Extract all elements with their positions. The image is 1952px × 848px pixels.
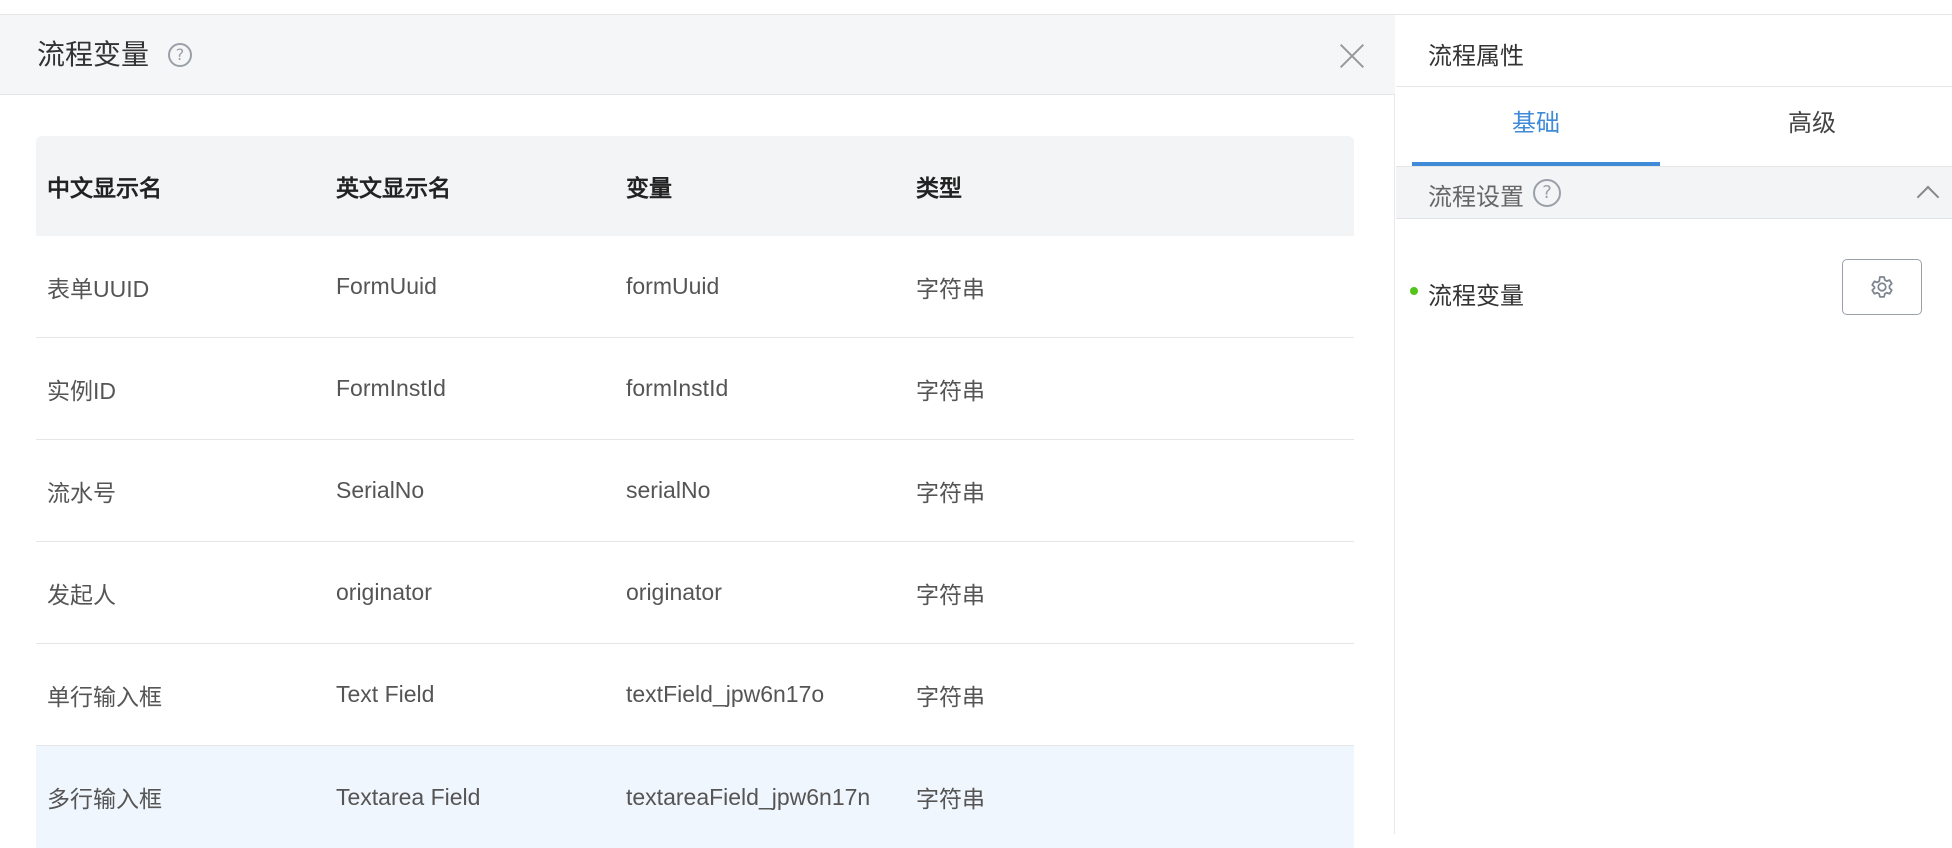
table-row[interactable]: 表单UUID FormUuid formUuid 字符串 [36, 236, 1354, 338]
table-row[interactable]: 流水号 SerialNo serialNo 字符串 [36, 440, 1354, 542]
property-row-process-variables: 流程变量 [1396, 259, 1952, 323]
cell-en-name: SerialNo [336, 477, 425, 503]
cell-cn-name: 单行输入框 [47, 683, 162, 710]
dialog-title: 流程变量 [37, 39, 150, 70]
cell-cn-name: 流水号 [47, 479, 116, 506]
cell-en-name: FormUuid [336, 273, 437, 299]
cell-cn-name: 发起人 [47, 581, 116, 608]
cell-type: 字符串 [916, 479, 985, 506]
table-body: 表单UUID FormUuid formUuid 字符串 实例ID FormInstId f… [36, 236, 1354, 848]
cell-variable: textField_jpw6n17o [626, 681, 825, 707]
table-row[interactable]: 多行输入框 Textarea Field textareaField_jpw6n17… [36, 746, 1354, 848]
table-header: 中文显示名 英文显示名 变量 类型 [36, 136, 1354, 236]
cell-variable: textareaField_jpw6n17n [626, 783, 871, 810]
close-icon[interactable] [1338, 42, 1366, 70]
variables-table: 中文显示名 英文显示名 变量 类型 表单UUID FormUuid formUuid… [36, 136, 1354, 848]
property-label: 流程变量 [1428, 283, 1524, 310]
cell-en-name: Textarea Field [336, 783, 481, 810]
column-header-en-name: 英文显示名 [336, 175, 451, 201]
cell-cn-name: 多行输入框 [47, 786, 162, 812]
tab-basic[interactable]: 基础 [1412, 87, 1660, 153]
cell-en-name: FormInstId [336, 375, 446, 401]
help-icon[interactable]: ? [1533, 179, 1561, 207]
table-row[interactable]: 发起人 originator originator 字符串 [36, 542, 1354, 644]
cell-type: 字符串 [916, 377, 985, 404]
status-dot [1410, 287, 1418, 295]
column-header-cn-name: 中文显示名 [47, 175, 162, 201]
cell-variable: formUuid [626, 273, 720, 299]
table-row[interactable]: 单行输入框 Text Field textField_jpw6n17o 字符串 [36, 644, 1354, 746]
panel-title: 流程属性 [1428, 43, 1524, 70]
cell-type: 字符串 [916, 786, 985, 812]
cell-cn-name: 表单UUID [47, 275, 150, 302]
cell-en-name: Text Field [336, 681, 435, 707]
section-label: 流程设置 [1428, 184, 1524, 211]
cell-type: 字符串 [916, 683, 985, 710]
gear-icon [1871, 276, 1893, 298]
top-bar [0, 0, 1952, 15]
settings-button[interactable] [1842, 259, 1922, 315]
help-icon[interactable]: ? [168, 43, 192, 67]
column-header-type: 类型 [916, 175, 962, 201]
cell-cn-name: 实例ID [47, 377, 116, 404]
cell-en-name: originator [336, 579, 432, 605]
process-properties-panel: 流程属性 基础 高级 流程设置 ? 流程变量 [1396, 15, 1952, 834]
column-header-variable: 变量 [626, 175, 672, 201]
process-variables-dialog: 流程变量 ? 中文显示名 英文显示名 变量 类型 表单UUID FormUuid f… [0, 15, 1395, 848]
chevron-up-icon[interactable] [1916, 185, 1940, 209]
cell-variable: originator [626, 579, 722, 605]
cell-variable: serialNo [626, 477, 711, 503]
cell-variable: formInstId [626, 375, 729, 401]
cell-type: 字符串 [916, 581, 985, 608]
cell-type: 字符串 [916, 275, 985, 302]
dialog-header: 流程变量 ? [0, 15, 1395, 95]
table-row[interactable]: 实例ID FormInstId formInstId 字符串 [36, 338, 1354, 440]
tab-advanced[interactable]: 高级 [1688, 87, 1936, 153]
section-process-settings[interactable]: 流程设置 ? [1396, 167, 1952, 219]
